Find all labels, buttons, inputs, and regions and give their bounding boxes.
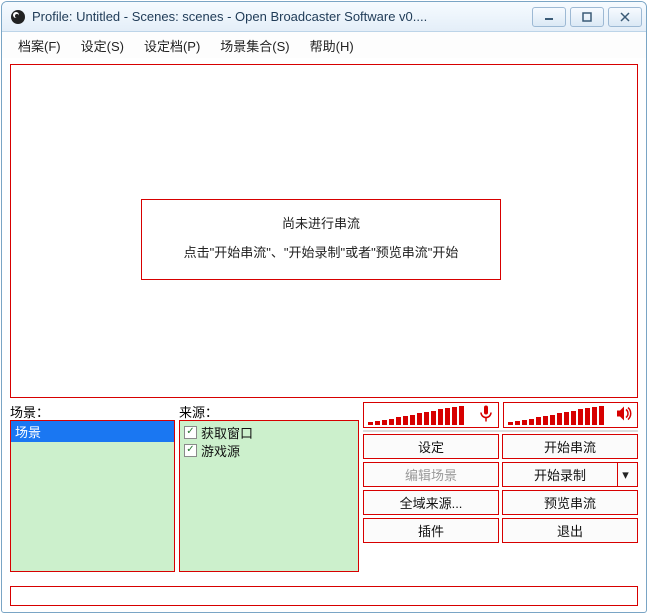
sources-list[interactable]: ✓ 获取窗口 ✓ 游戏源	[179, 420, 359, 572]
meter-bar	[543, 416, 548, 425]
menu-sceneset[interactable]: 场景集合(S)	[210, 32, 299, 58]
meter-bar	[536, 417, 541, 425]
meter-bar	[459, 406, 464, 426]
source-item-label: 游戏源	[201, 441, 240, 460]
mic-icon	[478, 405, 494, 426]
buttons-grid: 设定 开始串流 编辑场景 开始录制 ▾ 全域来源... 预览串流 插件 退出	[363, 434, 638, 543]
meter-bar	[438, 409, 443, 425]
preview-message: 尚未进行串流 点击"开始串流"、"开始录制"或者"预览串流"开始	[141, 199, 501, 280]
meter-bar	[522, 420, 527, 425]
scenes-panel: 场景： 场景	[10, 402, 175, 572]
meter-bar	[389, 419, 394, 426]
sources-panel: 来源： ✓ 获取窗口 ✓ 游戏源	[179, 402, 359, 572]
meter-bar	[564, 412, 569, 425]
mic-meter[interactable]	[363, 402, 499, 428]
menu-profile[interactable]: 设定档(P)	[134, 32, 210, 58]
scenes-list[interactable]: 场景	[10, 420, 175, 572]
meter-bar	[368, 422, 373, 425]
close-button[interactable]	[608, 7, 642, 27]
edit-scene-button[interactable]: 编辑场景	[363, 462, 499, 487]
meter-bar	[445, 408, 450, 425]
controls-panel: 设定 开始串流 编辑场景 开始录制 ▾ 全域来源... 预览串流 插件 退出	[363, 402, 638, 572]
minimize-button[interactable]	[532, 7, 566, 27]
meter-bar	[431, 411, 436, 425]
meter-bar	[599, 406, 604, 426]
meter-bar	[417, 413, 422, 425]
titlebar[interactable]: Profile: Untitled - Scenes: scenes - Ope…	[2, 2, 646, 32]
global-sources-button[interactable]: 全域来源...	[363, 490, 499, 515]
plugins-button[interactable]: 插件	[363, 518, 499, 543]
scene-item[interactable]: 场景	[11, 421, 174, 442]
status-bar	[10, 586, 638, 606]
meter-bar	[529, 419, 534, 426]
meter-bar	[375, 421, 380, 425]
bottom-panels: 场景： 场景 来源： ✓ 获取窗口 ✓ 游戏源	[10, 402, 638, 572]
source-item[interactable]: ✓ 游戏源	[184, 441, 354, 459]
meter-bar	[592, 407, 597, 425]
meter-bar	[424, 412, 429, 425]
settings-button[interactable]: 设定	[363, 434, 499, 459]
meter-bar	[452, 407, 457, 425]
window-buttons	[532, 7, 642, 27]
meter-bar	[396, 417, 401, 425]
window-title: Profile: Untitled - Scenes: scenes - Ope…	[32, 9, 532, 24]
meter-bar	[550, 415, 555, 425]
checkbox-icon[interactable]: ✓	[184, 444, 197, 457]
audio-meters	[363, 402, 638, 428]
scenes-label: 场景：	[10, 402, 175, 420]
menu-help[interactable]: 帮助(H)	[300, 32, 364, 58]
menubar: 档案(F) 设定(S) 设定档(P) 场景集合(S) 帮助(H)	[2, 32, 646, 58]
menu-file[interactable]: 档案(F)	[8, 32, 71, 58]
speaker-icon	[615, 405, 633, 426]
meter-bar	[410, 415, 415, 425]
preview-area[interactable]: 尚未进行串流 点击"开始串流"、"开始录制"或者"预览串流"开始	[10, 64, 638, 398]
preview-line2: 点击"开始串流"、"开始录制"或者"预览串流"开始	[150, 239, 492, 268]
meter-bar	[557, 413, 562, 425]
preview-line1: 尚未进行串流	[150, 210, 492, 239]
start-stream-button[interactable]: 开始串流	[502, 434, 638, 459]
source-item-label: 获取窗口	[201, 423, 253, 442]
client-area: 尚未进行串流 点击"开始串流"、"开始录制"或者"预览串流"开始 场景： 场景 …	[2, 58, 646, 582]
meter-bar	[382, 420, 387, 425]
meter-bar	[515, 421, 520, 425]
speaker-meter[interactable]	[503, 402, 639, 428]
chevron-down-icon[interactable]: ▾	[617, 463, 633, 486]
maximize-button[interactable]	[570, 7, 604, 27]
meter-bar	[403, 416, 408, 425]
meter-bar	[585, 408, 590, 425]
menu-settings[interactable]: 设定(S)	[71, 32, 134, 58]
checkbox-icon[interactable]: ✓	[184, 426, 197, 439]
divider	[363, 430, 638, 432]
exit-button[interactable]: 退出	[502, 518, 638, 543]
start-record-label: 开始录制	[534, 465, 586, 484]
meter-bar	[508, 422, 513, 425]
meter-bar	[571, 411, 576, 425]
meter-bar	[578, 409, 583, 425]
preview-stream-button[interactable]: 预览串流	[502, 490, 638, 515]
start-record-button[interactable]: 开始录制 ▾	[502, 462, 638, 487]
app-icon	[10, 9, 26, 25]
app-window: Profile: Untitled - Scenes: scenes - Ope…	[1, 1, 647, 613]
source-item[interactable]: ✓ 获取窗口	[184, 423, 354, 441]
sources-label: 来源：	[179, 402, 359, 420]
